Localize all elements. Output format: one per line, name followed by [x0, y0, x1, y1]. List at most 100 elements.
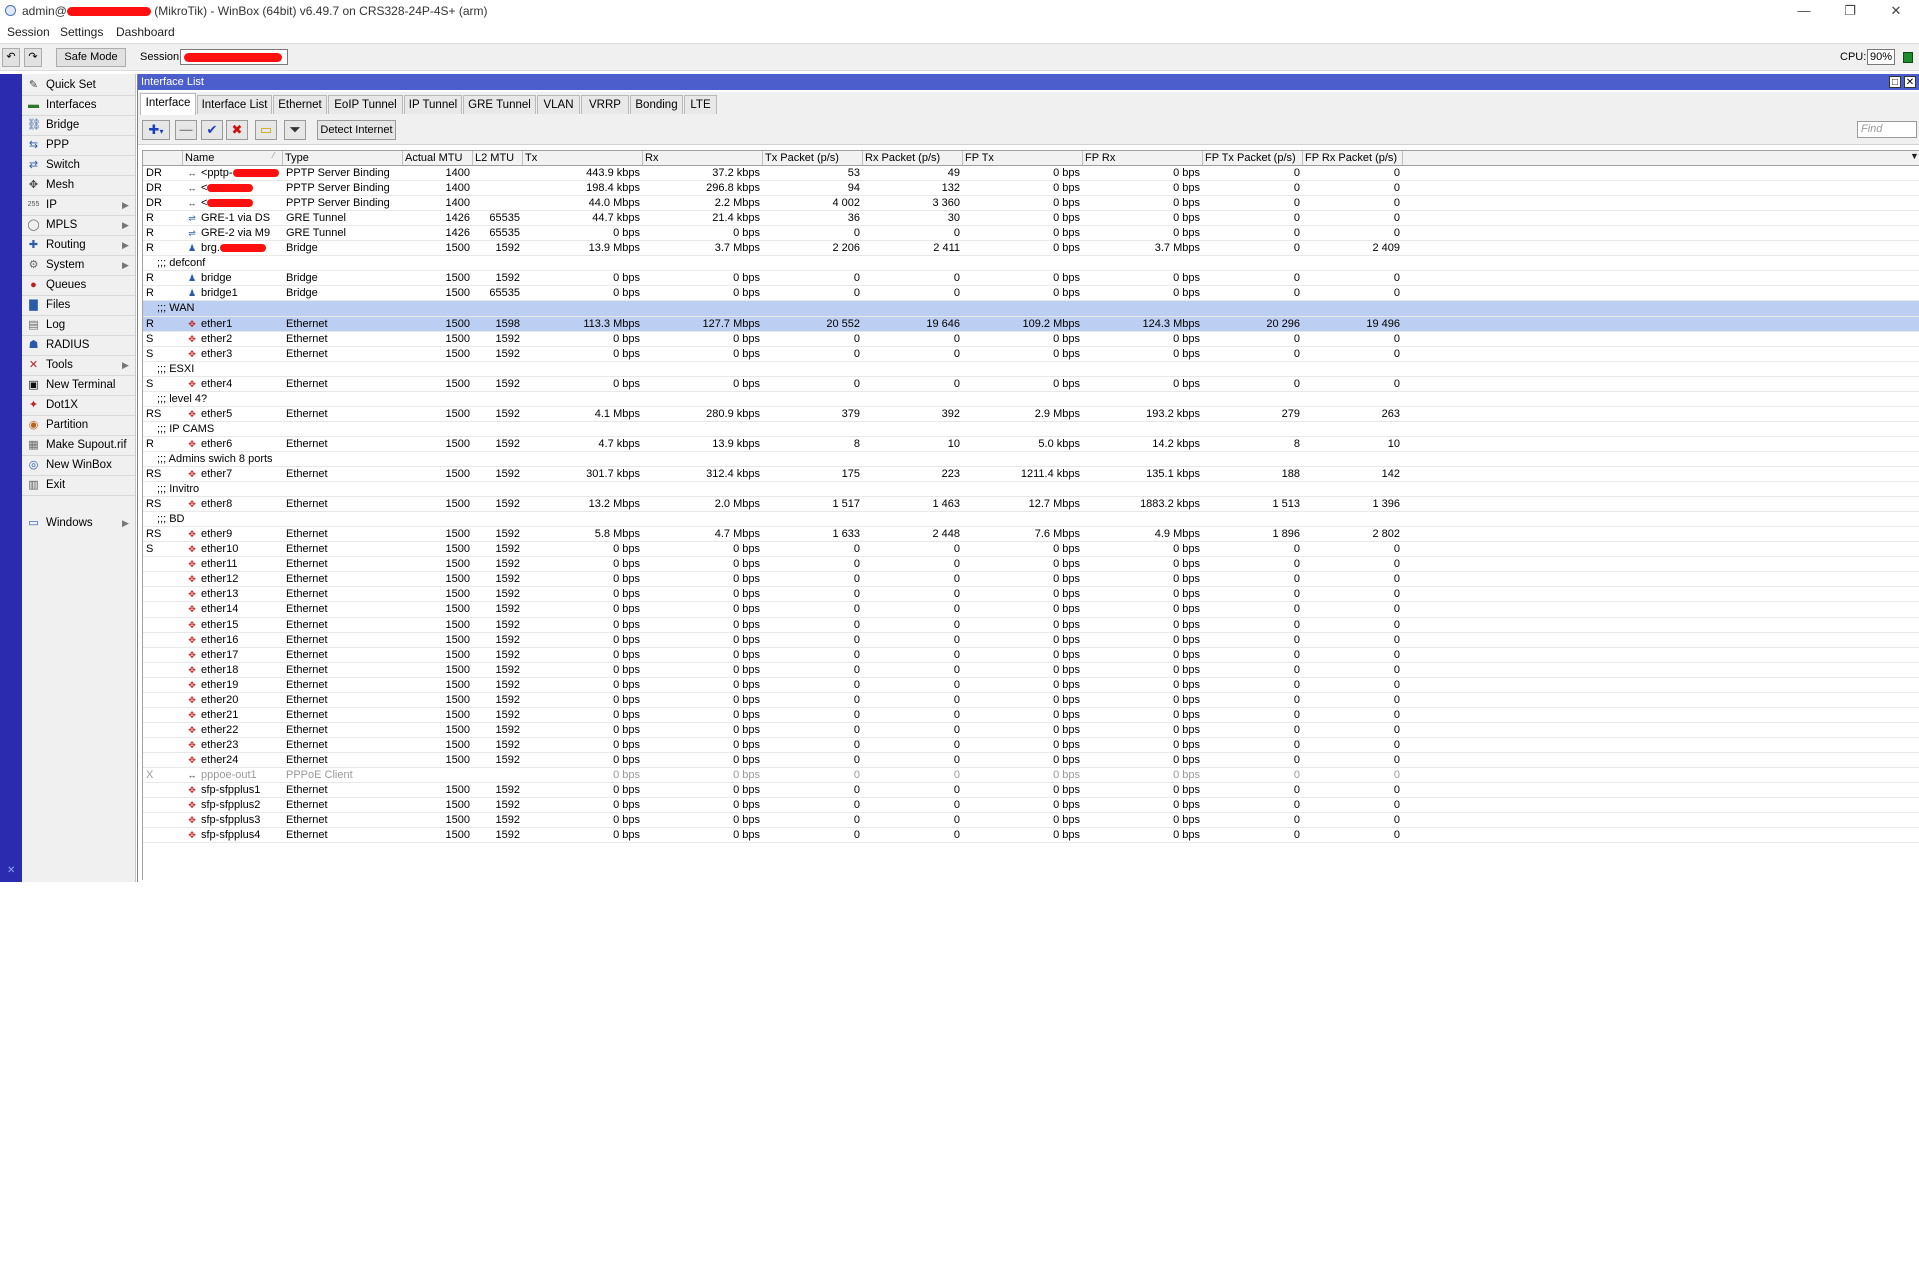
table-comment-row[interactable]: ;;; ESXI	[143, 362, 1919, 377]
table-comment-row[interactable]: ;;; BD	[143, 512, 1919, 527]
tab-interface[interactable]: Interface	[140, 93, 196, 115]
column-header-type[interactable]: Type	[283, 151, 403, 165]
sidebar-item-tools[interactable]: ✕ Tools ▶	[22, 355, 135, 375]
table-row[interactable]: R ♟ bridge1 Bridge 1500 65535 0 bps 0 bps 0 0 0 bp…	[143, 286, 1919, 301]
table-row[interactable]: ✥ ether13 Ethernet 1500 1592 0 bps 0 bps 0 0 0 bp…	[143, 587, 1919, 602]
tab-gre-tunnel[interactable]: GRE Tunnel	[463, 95, 536, 114]
table-row[interactable]: DR ↔ < PPTP Server Binding 1400 198.4 kbps 296…	[143, 181, 1919, 196]
column-header-flag[interactable]	[143, 151, 183, 165]
table-row[interactable]: S ✥ ether3 Ethernet 1500 1592 0 bps 0 bps 0 0 0 bp…	[143, 347, 1919, 362]
column-header-fp-tx-packet[interactable]: FP Tx Packet (p/s)	[1203, 151, 1303, 165]
sidebar-item-partition[interactable]: ◉ Partition	[22, 415, 135, 435]
table-row[interactable]: S ✥ ether4 Ethernet 1500 1592 0 bps 0 bps 0 0 0 bp…	[143, 377, 1919, 392]
panel-title-bar[interactable]: Interface List □ ✕	[138, 74, 1919, 90]
table-row[interactable]: DR ↔ <pptp- PPTP Server Binding 1400 443.9 kb…	[143, 166, 1919, 181]
sidebar-item-mpls[interactable]: ◯ MPLS ▶	[22, 215, 135, 235]
sidebar-item-queues[interactable]: ● Queues	[22, 275, 135, 295]
table-row[interactable]: ✥ sfp-sfpplus3 Ethernet 1500 1592 0 bps 0 bps 0…	[143, 813, 1919, 828]
table-row[interactable]: ✥ ether24 Ethernet 1500 1592 0 bps 0 bps 0 0 0 bp…	[143, 753, 1919, 768]
sidebar-item-switch[interactable]: ⇄ Switch	[22, 155, 135, 175]
column-header-rx-packet[interactable]: Rx Packet (p/s)	[863, 151, 963, 165]
column-header-actual-mtu[interactable]: Actual MTU	[403, 151, 473, 165]
tab-vlan[interactable]: VLAN	[537, 95, 580, 114]
table-row[interactable]: X ↔ pppoe-out1 PPPoE Client 0 bps 0 bps 0 0 0 bp…	[143, 768, 1919, 783]
table-row[interactable]: ✥ ether18 Ethernet 1500 1592 0 bps 0 bps 0 0 0 bp…	[143, 663, 1919, 678]
sidebar-item-ip[interactable]: 255 IP ▶	[22, 195, 135, 215]
table-row[interactable]: ✥ ether16 Ethernet 1500 1592 0 bps 0 bps 0 0 0 bp…	[143, 633, 1919, 648]
table-row[interactable]: ✥ ether17 Ethernet 1500 1592 0 bps 0 bps 0 0 0 bp…	[143, 648, 1919, 663]
filter-button[interactable]: ⏷	[284, 120, 306, 140]
undo-button[interactable]: ↶	[2, 48, 20, 67]
sidebar-item-new-terminal[interactable]: ▣ New Terminal	[22, 375, 135, 395]
tab-lte[interactable]: LTE	[684, 95, 717, 114]
menu-settings[interactable]: Settings	[60, 25, 103, 39]
table-row[interactable]: ✥ ether14 Ethernet 1500 1592 0 bps 0 bps 0 0 0 bp…	[143, 602, 1919, 617]
table-row[interactable]: R ✥ ether6 Ethernet 1500 1592 4.7 kbps 13.9 kbp…	[143, 437, 1919, 452]
tab-eoip-tunnel[interactable]: EoIP Tunnel	[328, 95, 403, 114]
panel-close-button[interactable]: ✕	[1904, 76, 1916, 88]
table-comment-row[interactable]: ;;; IP CAMS	[143, 422, 1919, 437]
comment-button[interactable]: ▭	[255, 120, 277, 140]
table-comment-row[interactable]: ;;; defconf	[143, 256, 1919, 271]
session-input[interactable]	[180, 49, 288, 65]
sidebar-item-system[interactable]: ⚙ System ▶	[22, 255, 135, 275]
sidebar-item-make-supout-rif[interactable]: ▦ Make Supout.rif	[22, 435, 135, 455]
sidebar-item-bridge[interactable]: ⛓ Bridge	[22, 115, 135, 135]
sidebar-item-radius[interactable]: ☗ RADIUS	[22, 335, 135, 355]
table-row[interactable]: S ✥ ether2 Ethernet 1500 1592 0 bps 0 bps 0 0 0 bp…	[143, 332, 1919, 347]
close-button[interactable]: ✕	[1876, 0, 1916, 22]
table-row[interactable]: ✥ ether23 Ethernet 1500 1592 0 bps 0 bps 0 0 0 bp…	[143, 738, 1919, 753]
column-header-tx-packet[interactable]: Tx Packet (p/s)	[763, 151, 863, 165]
column-header-l2-mtu[interactable]: L2 MTU	[473, 151, 523, 165]
safe-mode-button[interactable]: Safe Mode	[56, 48, 126, 67]
table-row[interactable]: ✥ ether21 Ethernet 1500 1592 0 bps 0 bps 0 0 0 bp…	[143, 708, 1919, 723]
table-row[interactable]: ✥ ether19 Ethernet 1500 1592 0 bps 0 bps 0 0 0 bp…	[143, 678, 1919, 693]
tab-ethernet[interactable]: Ethernet	[273, 95, 327, 114]
sidebar-item-mesh[interactable]: ✥ Mesh	[22, 175, 135, 195]
enable-button[interactable]: ✔	[201, 120, 223, 140]
menu-session[interactable]: Session	[7, 25, 50, 39]
sidebar-item-routing[interactable]: ✚ Routing ▶	[22, 235, 135, 255]
table-row[interactable]: ✥ ether22 Ethernet 1500 1592 0 bps 0 bps 0 0 0 bp…	[143, 723, 1919, 738]
disable-button[interactable]: ✖	[226, 120, 248, 140]
sidebar-item-ppp[interactable]: ⇆ PPP	[22, 135, 135, 155]
table-row[interactable]: R ✥ ether1 Ethernet 1500 1598 113.3 Mbps 127.7 …	[143, 316, 1919, 332]
column-header-name[interactable]: Name	[183, 151, 283, 165]
table-row[interactable]: RS ✥ ether5 Ethernet 1500 1592 4.1 Mbps 280.9 k…	[143, 407, 1919, 422]
table-row[interactable]: ✥ ether12 Ethernet 1500 1592 0 bps 0 bps 0 0 0 bp…	[143, 572, 1919, 587]
table-comment-row[interactable]: ;;; Invitro	[143, 482, 1919, 497]
table-row[interactable]: RS ✥ ether8 Ethernet 1500 1592 13.2 Mbps 2.0 Mb…	[143, 497, 1919, 512]
table-comment-row[interactable]: ;;; Admins swich 8 ports	[143, 452, 1919, 467]
table-comment-row[interactable]: ;;; level 4?	[143, 392, 1919, 407]
column-header-rx[interactable]: Rx	[643, 151, 763, 165]
table-row[interactable]: ✥ ether20 Ethernet 1500 1592 0 bps 0 bps 0 0 0 bp…	[143, 693, 1919, 708]
table-row[interactable]: S ✥ ether10 Ethernet 1500 1592 0 bps 0 bps 0 0 0 b…	[143, 542, 1919, 557]
sidebar-item-quick-set[interactable]: ✎ Quick Set	[22, 75, 135, 95]
table-row[interactable]: ✥ sfp-sfpplus4 Ethernet 1500 1592 0 bps 0 bps 0…	[143, 828, 1919, 843]
tab-interface-list[interactable]: Interface List	[197, 95, 272, 114]
table-row[interactable]: DR ↔ < PPTP Server Binding 1400 44.0 Mbps 2.2 …	[143, 196, 1919, 211]
sidebar-item-new-winbox[interactable]: ◎ New WinBox	[22, 455, 135, 475]
table-row[interactable]: R ⇌ GRE-2 via M9 GRE Tunnel 1426 65535 0 bps 0 …	[143, 226, 1919, 241]
tab-bonding[interactable]: Bonding	[630, 95, 683, 114]
table-row[interactable]: R ♟ brg. Bridge 1500 1592 13.9 Mbps 3.7 Mbps 2 2…	[143, 241, 1919, 256]
table-row[interactable]: ✥ ether11 Ethernet 1500 1592 0 bps 0 bps 0 0 0 bp…	[143, 557, 1919, 572]
sidebar-item-log[interactable]: ▤ Log	[22, 315, 135, 335]
menu-dashboard[interactable]: Dashboard	[116, 25, 175, 39]
table-row[interactable]: RS ✥ ether7 Ethernet 1500 1592 301.7 kbps 312.4…	[143, 467, 1919, 482]
tab-vrrp[interactable]: VRRP	[581, 95, 629, 114]
detect-internet-button[interactable]: Detect Internet	[317, 120, 396, 140]
sidebar-item-exit[interactable]: ▥ Exit	[22, 475, 135, 495]
tab-ip-tunnel[interactable]: IP Tunnel	[404, 95, 462, 114]
minimize-button[interactable]: —	[1784, 0, 1824, 22]
find-input[interactable]: Find	[1857, 121, 1917, 138]
table-row[interactable]: R ♟ bridge Bridge 1500 1592 0 bps 0 bps 0 0 0 bps 0…	[143, 271, 1919, 286]
table-row[interactable]: R ⇌ GRE-1 via DS GRE Tunnel 1426 65535 44.7 kb…	[143, 211, 1919, 226]
redo-button[interactable]: ↷	[24, 48, 42, 67]
table-comment-row[interactable]: ;;; WAN	[143, 301, 1919, 317]
column-header-fp-rx-packet[interactable]: FP Rx Packet (p/s)	[1303, 151, 1403, 165]
table-row[interactable]: RS ✥ ether9 Ethernet 1500 1592 5.8 Mbps 4.7 Mbp…	[143, 527, 1919, 542]
column-header-tx[interactable]: Tx	[523, 151, 643, 165]
restore-button[interactable]: ❐	[1830, 0, 1870, 22]
sidebar-item-interfaces[interactable]: ▬ Interfaces	[22, 95, 135, 115]
